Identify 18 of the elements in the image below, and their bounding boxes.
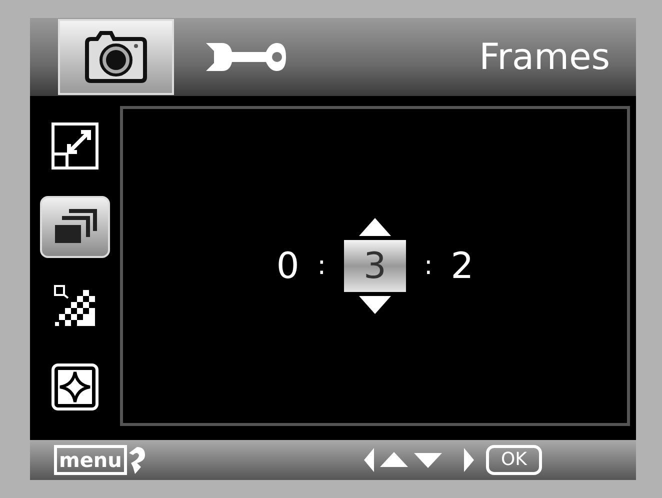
stacked-frames-icon xyxy=(53,208,97,244)
camera-icon xyxy=(85,31,147,83)
resize-icon xyxy=(51,122,99,170)
menu-key-label: menu xyxy=(54,445,127,475)
separator-colon: : xyxy=(424,251,433,281)
sharpness-icon xyxy=(51,362,99,410)
value-digit[interactable]: 0 xyxy=(276,246,300,286)
separator-colon: : xyxy=(317,251,326,281)
up-arrow-icon xyxy=(359,218,391,236)
ok-key-label: OK xyxy=(486,445,542,475)
direction-arrows-icon xyxy=(364,447,476,473)
return-arrow-icon xyxy=(126,445,147,475)
value-spinner[interactable]: 3 xyxy=(344,240,406,292)
sidebar-item[interactable] xyxy=(40,196,110,258)
screen-title: Frames xyxy=(479,36,610,78)
value-digit[interactable]: 2 xyxy=(450,246,474,286)
menu-tab[interactable] xyxy=(58,19,174,95)
down-arrow-icon xyxy=(359,296,391,314)
